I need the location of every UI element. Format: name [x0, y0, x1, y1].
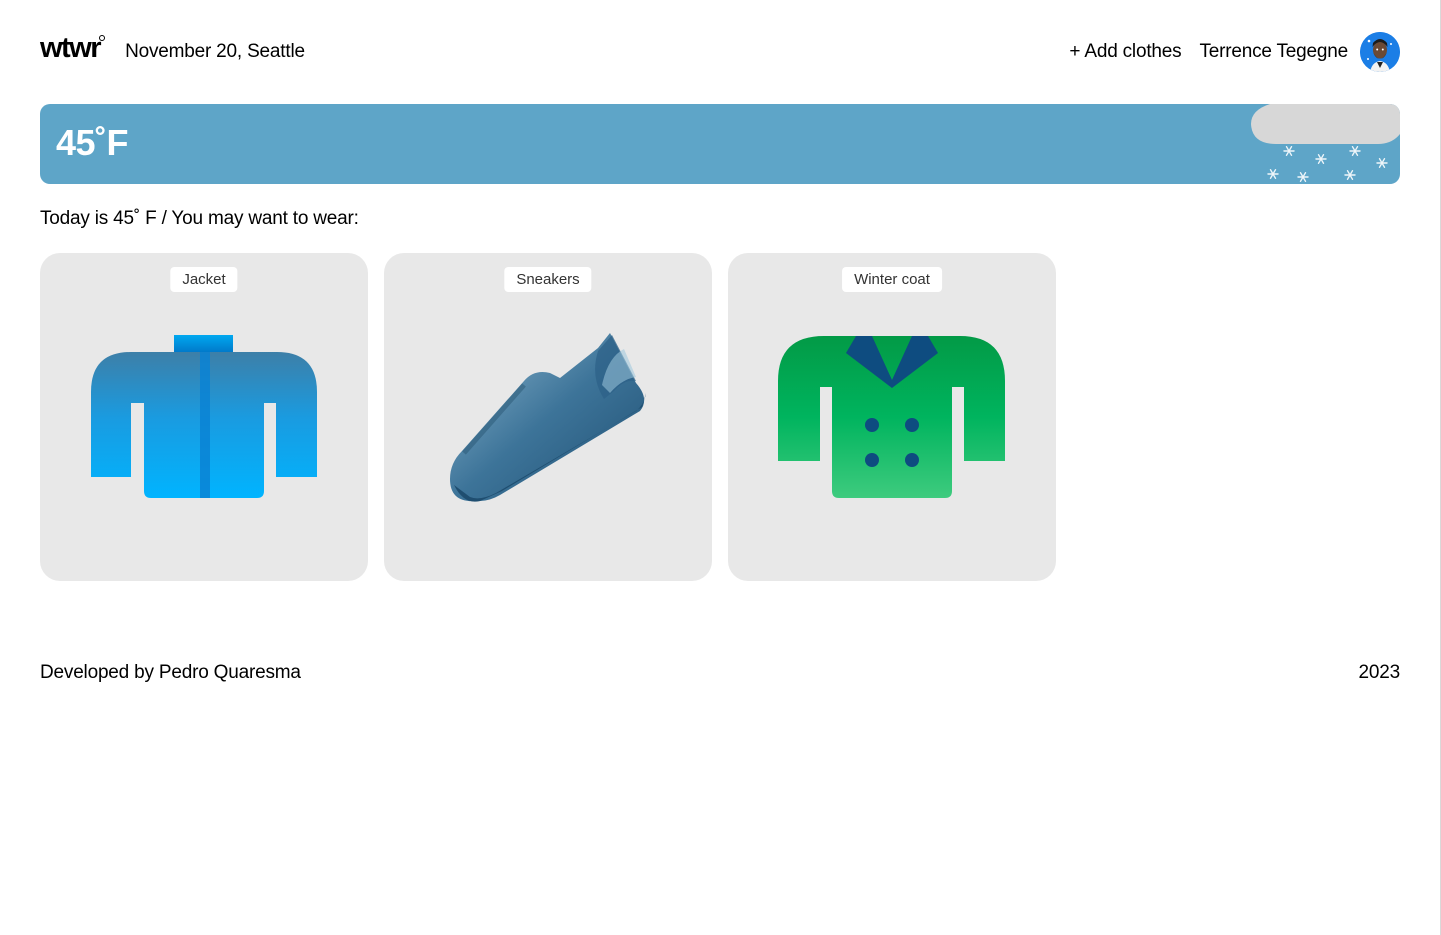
clothing-card-jacket[interactable]: Jacket: [40, 253, 368, 581]
avatar-icon: [1360, 32, 1400, 72]
snow-cloud-icon: [1251, 104, 1400, 183]
header: wtwr November 20, Seattle + Add clothes …: [40, 32, 1400, 72]
sneaker-icon: [450, 333, 646, 502]
logo[interactable]: wtwr: [40, 32, 106, 64]
logo-degree-mark: [99, 35, 106, 41]
logo-text: wtwr: [40, 32, 102, 64]
username[interactable]: Terrence Tegegne: [1199, 41, 1348, 63]
header-left: wtwr November 20, Seattle: [40, 34, 305, 64]
clothing-card-label: Jacket: [170, 267, 238, 292]
add-clothes-button[interactable]: + Add clothes: [1069, 41, 1181, 63]
clothing-cards: Jacket Sneakers Winter coat: [40, 253, 1056, 581]
winter-coat-icon: [778, 336, 1005, 498]
weather-card: 45˚F: [40, 104, 1400, 184]
temperature: 45˚F: [56, 122, 129, 163]
footer-year: 2023: [1358, 662, 1401, 683]
page: wtwr November 20, Seattle + Add clothes …: [0, 0, 1441, 935]
clothing-card-label: Sneakers: [504, 267, 592, 292]
jacket-icon: [91, 335, 317, 498]
clothing-card-sneakers[interactable]: Sneakers: [384, 253, 712, 581]
developer-credit: Developed by Pedro Quaresma: [40, 662, 301, 683]
header-right: + Add clothes Terrence Tegegne: [1069, 32, 1400, 72]
footer: Developed by Pedro Quaresma 2023: [40, 662, 1400, 684]
clothing-card-winter-coat[interactable]: Winter coat: [728, 253, 1056, 581]
avatar[interactable]: [1360, 32, 1400, 72]
date-location: November 20, Seattle: [125, 41, 305, 62]
clothing-card-label: Winter coat: [842, 267, 942, 292]
recommendation-text: Today is 45˚ F / You may want to wear:: [40, 208, 359, 229]
